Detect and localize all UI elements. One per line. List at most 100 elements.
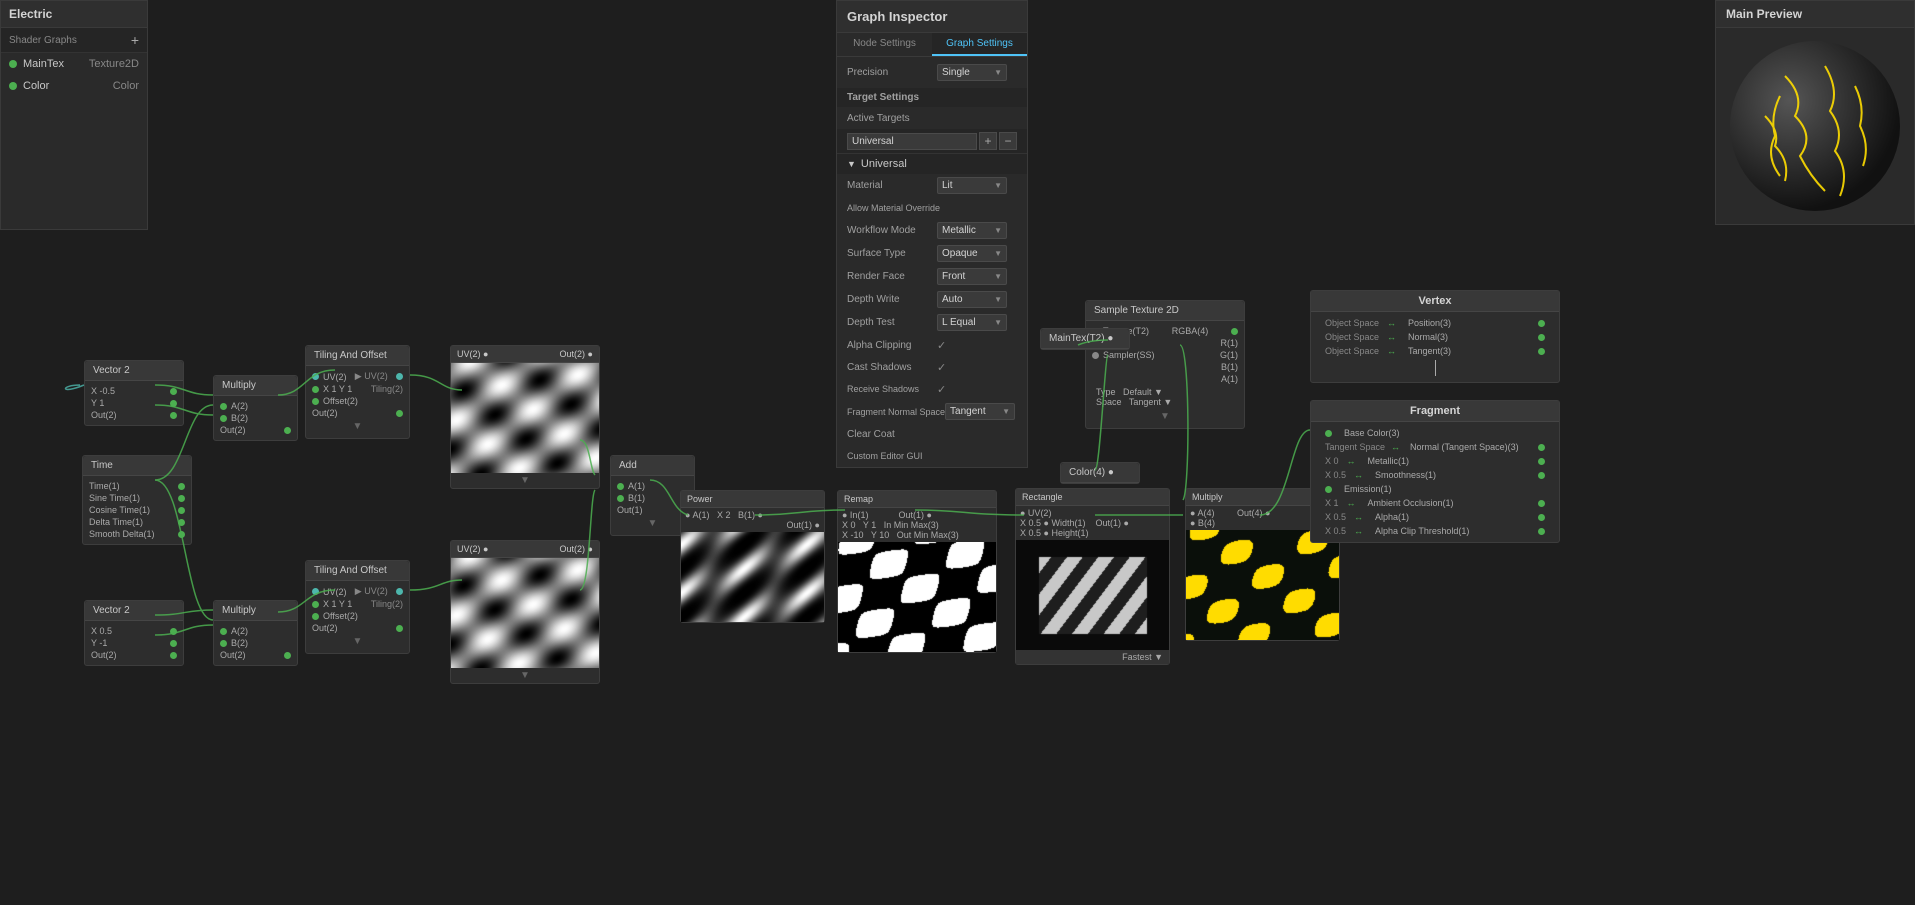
precision-dropdown[interactable]: Single ▼ — [937, 64, 1007, 81]
st-expand[interactable]: ▼ — [1092, 409, 1238, 424]
fragment-normal-label: Fragment Normal Space — [847, 407, 945, 417]
remove-target-button[interactable]: − — [999, 132, 1017, 150]
material-value: Lit — [942, 180, 953, 191]
preview-sphere — [1725, 36, 1905, 216]
precision-row: Precision Single ▼ — [837, 61, 1027, 84]
surface-type-dropdown[interactable]: Opaque ▼ — [937, 245, 1007, 262]
material-dropdown[interactable]: Lit ▼ — [937, 177, 1007, 194]
frag-port-smoothness: X 0.5 ↔ Smoothness(1) — [1317, 468, 1553, 482]
frag-port-emission: Emission(1) — [1317, 482, 1553, 496]
color-dot — [9, 82, 17, 90]
node-tiling1[interactable]: Tiling And Offset UV(2)▶ UV(2) X 1 Y 1Ti… — [305, 345, 410, 439]
custom-editor-label: Custom Editor GUI — [847, 451, 937, 461]
node-tiling1-body: UV(2)▶ UV(2) X 1 Y 1Tiling(2) Offset(2) … — [306, 366, 409, 438]
maintex-input-header: MainTex(T2) ● — [1041, 329, 1129, 349]
node-multiply2-body: A(2) B(2) Out(2) — [214, 621, 297, 665]
render-face-dropdown[interactable]: Front ▼ — [937, 268, 1007, 285]
vertex-port-normal: Object Space ↔ Normal(3) — [1317, 330, 1553, 344]
fragment-normal-dropdown[interactable]: Tangent ▼ — [945, 403, 1015, 420]
alpha-clipping-label: Alpha Clipping — [847, 340, 937, 351]
cast-shadows-label: Cast Shadows — [847, 362, 937, 373]
precision-section: Precision Single ▼ — [837, 57, 1027, 88]
shader-graphs-header: Electric — [1, 1, 147, 28]
port-add-a: A(1) — [617, 480, 688, 492]
node-multiply1-body: A(2) B(2) Out(2) — [214, 396, 297, 440]
add-expand[interactable]: ▼ — [617, 516, 688, 531]
depth-write-row: Depth Write Auto ▼ — [837, 288, 1027, 311]
depth-write-dropdown[interactable]: Auto ▼ — [937, 291, 1007, 308]
simple-noise2-canvas — [451, 558, 599, 668]
node-tiling2-body: UV(2)▶ UV(2) X 1 Y 1Tiling(2) Offset(2) … — [306, 581, 409, 653]
node-vector2-1[interactable]: Vector 2 X -0.5 Y 1 Out(2) — [84, 360, 184, 426]
port-st-sampler: Sampler(SS)G(1) — [1092, 349, 1238, 361]
tab-node-settings[interactable]: Node Settings — [837, 33, 932, 56]
node-time-body: Time(1) Sine Time(1) Cosine Time(1) Delt… — [83, 476, 191, 544]
cast-shadows-check: ✓ — [937, 361, 946, 374]
workflow-dropdown[interactable]: Metallic ▼ — [937, 222, 1007, 239]
port-st-b: B(1) — [1092, 361, 1238, 373]
node-simple-noise2[interactable]: UV(2) ● Out(2) ● ▼ — [450, 540, 600, 684]
frag-port-alpha: X 0.5 ↔ Alpha(1) — [1317, 510, 1553, 524]
shader-item-color[interactable]: Color Color — [1, 75, 147, 97]
tiling1-expand[interactable]: ▼ — [312, 419, 403, 434]
precision-label: Precision — [847, 67, 937, 78]
port-t1-offset: Offset(2) — [312, 395, 403, 407]
node-color-input[interactable]: Color(4) ● — [1060, 462, 1140, 484]
remap-canvas — [838, 542, 996, 652]
node-maintex-input[interactable]: MainTex(T2) ● — [1040, 328, 1130, 350]
tiling2-expand[interactable]: ▼ — [312, 634, 403, 649]
frag-port-alphaclip: X 0.5 ↔ Alpha Clip Threshold(1) — [1317, 524, 1553, 538]
node-remap[interactable]: Remap ● In(1) Out(1) ● X 0 Y 1 In Min Ma… — [837, 490, 997, 653]
port-y1: Y 1 — [91, 397, 177, 409]
add-shader-button[interactable]: + — [131, 32, 139, 48]
target-section: + − — [837, 129, 1027, 153]
tab-graph-settings[interactable]: Graph Settings — [932, 33, 1027, 56]
surface-type-label: Surface Type — [847, 248, 937, 259]
node-simple-noise1[interactable]: UV(2) ● Out(2) ● ▼ — [450, 345, 600, 489]
add-target-button[interactable]: + — [979, 132, 997, 150]
node-sample-texture[interactable]: Sample Texture 2D Texture(T2)RGBA(4) UV(… — [1085, 300, 1245, 429]
node-multiply1[interactable]: Multiply A(2) B(2) Out(2) — [213, 375, 298, 441]
node-power[interactable]: Power ● A(1) X 2 B(1) ● Out(1) ● — [680, 490, 825, 623]
active-targets-row: Active Targets — [837, 107, 1027, 129]
depth-write-label: Depth Write — [847, 294, 937, 305]
port-m1-b: B(2) — [220, 412, 291, 424]
port-t2-out: Out(2) — [312, 622, 403, 634]
sn2-out: Out(2) ● — [560, 544, 593, 554]
universal-header[interactable]: ▼ Universal — [837, 153, 1027, 174]
port-out1: Out(2) — [91, 409, 177, 421]
multiply3-canvas — [1186, 530, 1339, 640]
node-vector2-2[interactable]: Vector 2 X 0.5 Y -1 Out(2) — [84, 600, 184, 666]
sn2-expand[interactable]: ▼ — [451, 668, 599, 683]
workflow-label: Workflow Mode — [847, 225, 937, 236]
sn1-expand[interactable]: ▼ — [451, 473, 599, 488]
node-simple-noise1-header: UV(2) ● Out(2) ● — [451, 346, 599, 363]
depth-test-dropdown[interactable]: L Equal ▼ — [937, 314, 1007, 331]
depth-write-value: Auto — [942, 294, 963, 305]
depth-test-label: Depth Test — [847, 317, 937, 328]
node-rectangle[interactable]: Rectangle ● UV(2) X 0.5 ● Width(1) Out(1… — [1015, 488, 1170, 665]
universal-label: Universal — [861, 158, 907, 170]
frag-port-basecolor: Base Color(3) — [1317, 426, 1553, 440]
port-m1-a: A(2) — [220, 400, 291, 412]
inspector-title: Graph Inspector — [837, 1, 1027, 33]
target-input[interactable] — [847, 133, 977, 150]
node-simple-noise2-header: UV(2) ● Out(2) ● — [451, 541, 599, 558]
node-add-header: Add — [611, 456, 694, 476]
port-t2-tiling: X 1 Y 1Tiling(2) — [312, 598, 403, 610]
node-time[interactable]: Time Time(1) Sine Time(1) Cosine Time(1)… — [82, 455, 192, 545]
shader-item-maintex[interactable]: MainTex Texture2D — [1, 53, 147, 75]
node-tiling2[interactable]: Tiling And Offset UV(2)▶ UV(2) X 1 Y 1Ti… — [305, 560, 410, 654]
frag-port-metallic: X 0 ↔ Metallic(1) — [1317, 454, 1553, 468]
color-input-header: Color(4) ● — [1061, 463, 1139, 483]
inspector-panel: Graph Inspector Node Settings Graph Sett… — [836, 0, 1028, 468]
fragment-panel-body: Base Color(3) Tangent Space ↔ Normal (Ta… — [1311, 422, 1559, 542]
maintex-name: MainTex — [23, 58, 64, 70]
node-power-header: Power — [681, 491, 824, 508]
inspector-tabs: Node Settings Graph Settings — [837, 33, 1027, 57]
node-vector2-1-body: X -0.5 Y 1 Out(2) — [85, 381, 183, 425]
port-m2-out: Out(2) — [220, 649, 291, 661]
shader-graphs-label: Shader Graphs — [9, 35, 77, 46]
port-out2: Out(2) — [91, 649, 177, 661]
node-multiply2[interactable]: Multiply A(2) B(2) Out(2) — [213, 600, 298, 666]
